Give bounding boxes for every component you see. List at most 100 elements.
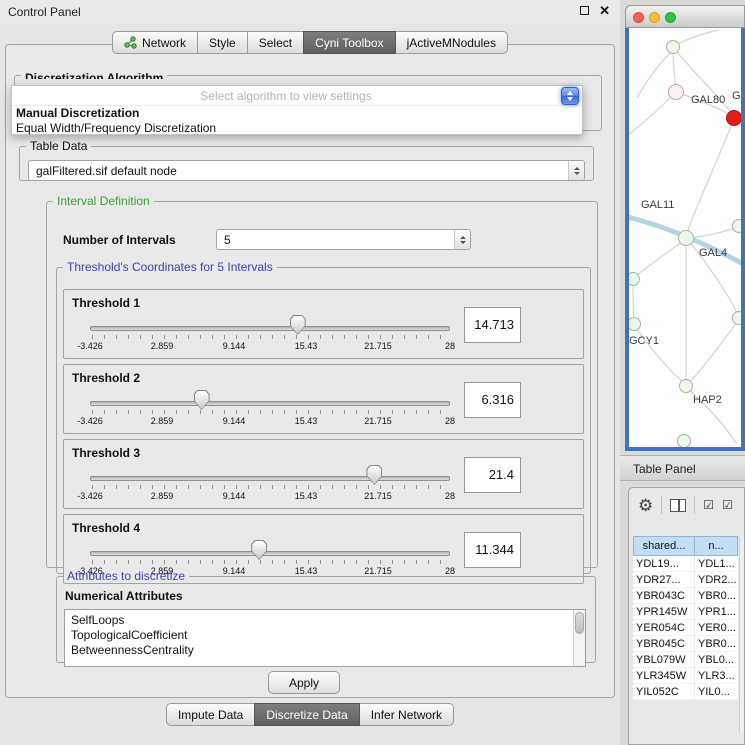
threshold-1-slider[interactable]: -3.426 2.859 9.144 15.43 21.715 28 [90,312,450,356]
tick-label: 9.144 [223,341,246,351]
table-cell[interactable]: YBR043C [633,588,695,604]
table-cell[interactable]: YBR045C [633,636,695,652]
node-label-gal11: GAL11 [641,199,674,211]
up-arrow-icon [460,236,466,239]
list-item[interactable]: TopologicalCoefficient [65,628,585,643]
table-cell[interactable]: YDR2... [695,572,738,588]
table-cell[interactable]: YBL0... [695,652,738,668]
table-cell[interactable]: YBL079W [633,652,695,668]
slider-scale-labels: -3.426 2.859 9.144 15.43 21.715 28 [90,416,450,428]
column-header-name[interactable]: n... [694,536,738,556]
tab-cyni-toolbox[interactable]: Cyni Toolbox [303,31,395,54]
network-node-hap2[interactable] [679,379,693,393]
network-node[interactable] [732,219,741,233]
algorithm-combobox[interactable]: Select algorithm to view settings [12,86,582,106]
network-node-gal80[interactable] [668,84,684,100]
combobox-stepper-button[interactable] [561,87,579,105]
scrollbar-thumb[interactable] [575,612,584,634]
network-node[interactable] [677,434,691,447]
table-cell[interactable]: YER054C [633,620,695,636]
table-cell[interactable]: YLR3... [695,668,738,684]
tab-style[interactable]: Style [197,31,248,54]
table-cell[interactable]: YIL052C [633,684,695,700]
tab-discretize-data[interactable]: Discretize Data [254,703,359,726]
threshold-2-slider[interactable]: -3.426 2.859 9.144 15.43 21.715 28 [90,387,450,431]
threshold-3-slider[interactable]: -3.426 2.859 9.144 15.43 21.715 28 [90,462,450,506]
threshold-4-slider-thumb[interactable] [251,540,267,560]
close-traffic-light[interactable] [633,12,644,23]
threshold-2-value-field[interactable]: 6.316 [464,382,521,418]
table-columns-icon[interactable] [670,499,686,512]
network-view-window: GAL80 GA GAL11 GAL4 GCY1 HAP2 [625,5,745,451]
network-node-selected-red[interactable] [726,110,741,126]
table-row[interactable]: YIL052C YIL0... [633,684,738,700]
column-header-shared-name[interactable]: shared... [633,536,695,556]
cyni-bottom-tab-bar: Impute Data Discretize Data Infer Networ… [0,703,620,726]
table-row[interactable]: YPR145W YPR1... [633,604,738,620]
table-cell[interactable]: YDL1... [695,556,738,572]
table-cell[interactable]: YPR1... [695,604,738,620]
combobox-stepper[interactable] [568,161,584,180]
tab-label: Cyni Toolbox [315,36,383,50]
network-window-titlebar[interactable] [625,5,745,28]
table-cell[interactable]: YDL19... [633,556,695,572]
list-item[interactable]: BetweennessCentrality [65,643,585,658]
network-canvas[interactable]: GAL80 GA GAL11 GAL4 GCY1 HAP2 [629,28,741,447]
table-row[interactable]: YBR043C YBR0... [633,588,738,604]
tab-jactivemnodules[interactable]: jActiveMNodules [395,31,508,54]
tick-label: -3.426 [77,491,103,501]
table-cell[interactable]: YBR0... [695,588,738,604]
dropdown-option-manual-discretization[interactable]: Manual Discretization [12,106,582,121]
table-panel-header: Table Panel [620,455,745,481]
list-vertical-scrollbar[interactable] [573,610,585,666]
numerical-attributes-label: Numerical Attributes [65,589,183,603]
tick-label: 21.715 [364,491,392,501]
table-cell[interactable]: YPR145W [633,604,695,620]
apply-button[interactable]: Apply [268,671,340,694]
table-cell[interactable]: YIL0... [695,684,738,700]
thresholds-coordinates-title: Threshold's Coordinates for 5 Intervals [63,260,277,274]
tab-select[interactable]: Select [247,31,304,54]
threshold-3-slider-thumb[interactable] [366,465,382,485]
tab-infer-network[interactable]: Infer Network [359,703,454,726]
threshold-2-slider-thumb[interactable] [194,390,210,410]
zoom-traffic-light[interactable] [665,12,676,23]
table-row[interactable]: YDL19... YDL1... [633,556,738,572]
slider-tick-marks [92,410,449,414]
slider-tick-marks [92,560,449,564]
table-data-combobox[interactable]: galFiltered.sif default node [28,160,585,181]
table-cell[interactable]: YER0... [695,620,738,636]
table-row[interactable]: YBR045C YBR0... [633,636,738,652]
threshold-4-value-field[interactable]: 11.344 [464,532,521,568]
threshold-1-slider-thumb[interactable] [290,315,306,335]
table-cell[interactable]: YBR0... [695,636,738,652]
close-icon[interactable]: ✕ [599,5,610,16]
tab-impute-data[interactable]: Impute Data [166,703,255,726]
float-window-icon[interactable] [580,6,589,15]
table-row[interactable]: YER054C YER0... [633,620,738,636]
threshold-1-panel: Threshold 1 -3.426 2.859 9.144 15.43 21.… [63,289,584,359]
network-node[interactable] [732,311,741,325]
network-node-gal4[interactable] [678,230,694,246]
numerical-attributes-list[interactable]: SelfLoops TopologicalCoefficient Between… [64,609,586,667]
dropdown-option-equal-width-frequency[interactable]: Equal Width/Frequency Discretization [12,121,582,136]
gear-icon[interactable]: ⚙ [638,497,653,514]
tick-label: 28 [445,341,455,351]
tab-network[interactable]: Network [112,31,198,54]
checkbox-icon[interactable]: ☑ [703,498,714,512]
table-vertical-scrollbar[interactable] [739,536,745,733]
attributes-to-discretize-group: Attributes to discretize Numerical Attri… [56,569,596,663]
list-item[interactable]: SelfLoops [65,613,585,628]
table-row[interactable]: YDR27... YDR2... [633,572,738,588]
number-of-intervals-combobox[interactable]: 5 [216,229,471,250]
table-cell[interactable]: YLR345W [633,668,695,684]
table-row[interactable]: YLR345W YLR3... [633,668,738,684]
threshold-3-value-field[interactable]: 21.4 [464,457,521,493]
threshold-1-value-field[interactable]: 14.713 [464,307,521,343]
table-cell[interactable]: YDR27... [633,572,695,588]
checkbox-icon[interactable]: ☑ [722,498,733,512]
minimize-traffic-light[interactable] [649,12,660,23]
table-row[interactable]: YBL079W YBL0... [633,652,738,668]
network-node[interactable] [666,40,680,54]
combobox-stepper[interactable] [454,230,470,249]
